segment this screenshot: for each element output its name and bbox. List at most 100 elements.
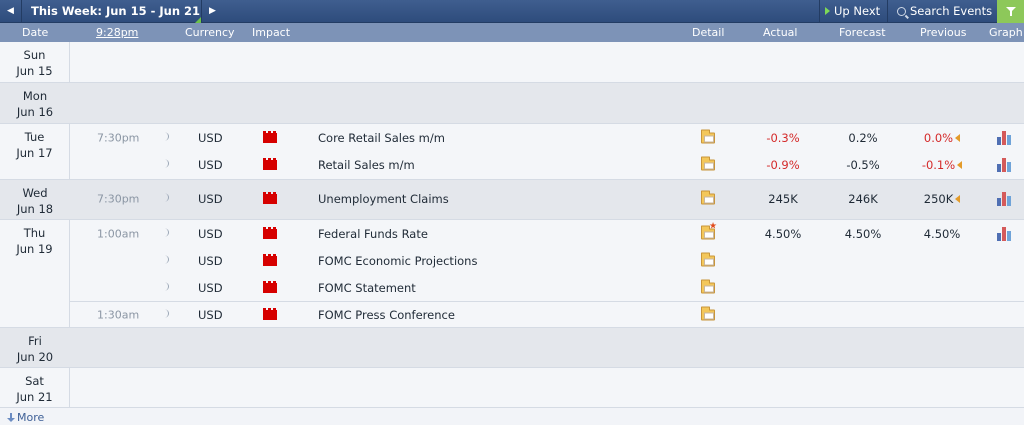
next-week-button[interactable]: ▶ [201,0,223,23]
event-actual: 4.50% [764,226,802,241]
download-arrow-icon [7,413,15,422]
day-weekday: Thu [23,226,46,240]
event-previous: -0.1% [912,158,972,172]
sound-icon[interactable] [164,159,169,171]
event-title[interactable]: Federal Funds Rate [318,227,428,241]
sound-icon[interactable] [164,309,169,321]
column-time-current[interactable]: 9:28pm [96,23,138,42]
day-label: Tue Jun 17 [0,124,70,179]
day-label: Fri Jun 20 [0,328,70,367]
event-currency: USD [198,254,223,268]
search-events-button[interactable]: Search Events [887,0,996,23]
week-selector[interactable]: This Week: Jun 15 - Jun 21 [22,0,201,23]
more-link[interactable]: More [7,411,44,424]
sound-icon[interactable] [164,193,169,204]
event-previous-value: 0.0% [923,130,954,145]
event-row[interactable]: 7:30pm USD Core Retail Sales m/m -0.3% 0… [70,124,1024,151]
event-previous: 0.0% [912,131,972,145]
column-forecast: Forecast [839,26,886,39]
event-title[interactable]: FOMC Statement [318,281,416,295]
day-date: Jun 18 [16,202,54,216]
day-date: Jun 19 [16,242,53,256]
event-forecast: -0.5% [846,158,880,172]
event-row[interactable]: USD Retail Sales m/m -0.9% -0.5% -0.1% [70,151,1024,179]
day-group-fri: Fri Jun 20 [0,328,1024,368]
detail-folder-icon[interactable] [701,129,715,143]
day-date: Jun 21 [16,390,53,404]
search-icon [897,7,906,16]
revision-arrow-icon [955,194,961,203]
event-title[interactable]: Retail Sales m/m [318,158,415,172]
event-title[interactable]: Unemployment Claims [318,192,449,206]
week-label: This Week: Jun 15 - Jun 21 [31,4,201,18]
event-currency: USD [198,130,223,145]
calendar-footer: More [0,408,1024,424]
graph-icon[interactable] [997,158,1012,172]
up-next-button[interactable]: Up Next [819,0,886,23]
more-label: More [17,411,45,424]
revision-arrow-icon [957,161,963,169]
up-next-label: Up Next [834,4,881,18]
day-group-sat: Sat Jun 21 [0,368,1024,408]
event-row[interactable]: 1:30am USD FOMC Press Conference [70,302,1024,328]
event-currency: USD [198,281,223,295]
high-impact-icon [263,254,277,266]
high-impact-icon [263,130,277,143]
detail-folder-icon[interactable] [701,252,715,267]
detail-folder-icon[interactable] [701,279,715,294]
search-events-label: Search Events [910,4,993,18]
day-date: Jun 16 [16,105,54,119]
day-weekday: Wed [22,186,48,200]
detail-folder-icon[interactable] [701,190,715,204]
graph-icon[interactable] [997,130,1012,145]
column-detail: Detail [692,26,725,39]
calendar-nav-bar: ◀ This Week: Jun 15 - Jun 21 ▶ Up Next S… [0,0,1024,23]
play-icon [825,7,830,15]
day-date: Jun 17 [16,146,53,160]
previous-week-button[interactable]: ◀ [0,0,22,23]
graph-icon[interactable] [997,191,1012,206]
event-previous-value: -0.1% [921,158,956,172]
day-label: Thu Jun 19 [0,220,70,327]
event-time: 1:00am [97,227,140,240]
event-previous: 4.50% [923,226,961,241]
revision-arrow-icon [955,133,961,142]
event-currency: USD [198,191,223,206]
event-row[interactable]: USD FOMC Statement [70,275,1024,301]
column-graph: Graph [989,26,1023,39]
sound-icon[interactable] [164,282,169,294]
event-currency: USD [198,158,223,172]
event-row[interactable]: 1:00am USD Federal Funds Rate ★ 4.50% 4.… [70,220,1024,247]
day-label: Wed Jun 18 [0,180,70,219]
day-group-tue: Tue Jun 17 7:30pm USD Core Retail Sales … [0,124,1024,180]
event-row[interactable]: 7:30pm USD Unemployment Claims 245K 246K… [70,180,1024,217]
event-row[interactable]: USD FOMC Economic Projections [70,247,1024,275]
day-group-sun: Sun Jun 15 [0,42,1024,83]
high-impact-icon [263,158,277,170]
event-forecast: 0.2% [848,130,878,145]
day-weekday: Mon [22,89,48,103]
detail-folder-icon[interactable] [701,306,715,321]
event-time: 7:30pm [97,192,140,205]
detail-folder-icon[interactable] [701,156,715,171]
graph-icon[interactable] [997,226,1012,241]
day-date: Jun 20 [16,350,54,364]
event-actual: -0.3% [766,130,800,145]
detail-folder-starred-icon[interactable]: ★ [701,222,717,239]
event-title[interactable]: FOMC Economic Projections [318,254,477,268]
filter-button[interactable] [997,0,1024,23]
column-previous: Previous [920,26,967,39]
event-time: 1:30am [97,308,140,322]
event-forecast: 246K [848,191,878,206]
event-title[interactable]: FOMC Press Conference [318,308,455,322]
sound-icon[interactable] [164,228,169,239]
day-label: Mon Jun 16 [0,83,70,123]
sound-icon[interactable] [164,132,169,143]
event-actual: 245K [768,191,798,206]
sound-icon[interactable] [164,255,169,267]
high-impact-icon [263,308,277,320]
day-label: Sun Jun 15 [0,42,70,82]
day-weekday: Fri [28,334,42,348]
event-title[interactable]: Core Retail Sales m/m [318,131,445,145]
event-currency: USD [198,308,223,322]
